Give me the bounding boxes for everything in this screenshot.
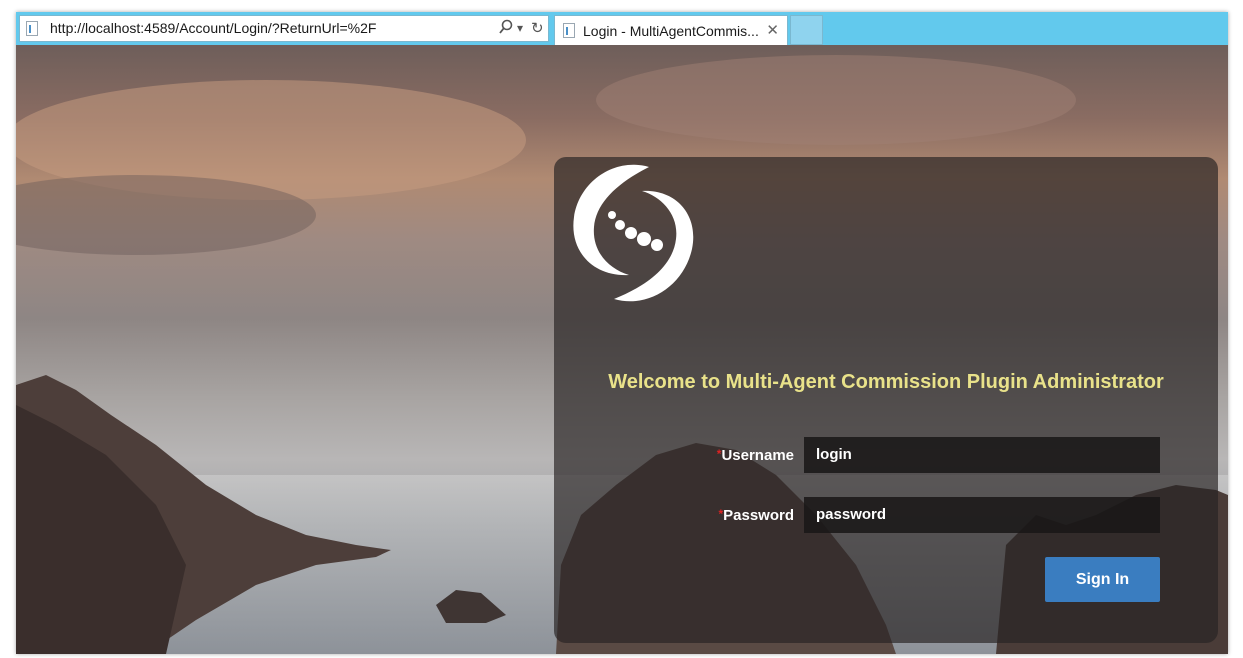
welcome-heading: Welcome to Multi-Agent Commission Plugin…: [608, 371, 1164, 393]
sign-in-button[interactable]: Sign In: [1045, 557, 1160, 602]
address-bar[interactable]: http://localhost:4589/Account/Login/?Ret…: [19, 15, 549, 42]
tab-login[interactable]: Login - MultiAgentCommis... ✕: [554, 15, 788, 45]
login-panel: Welcome to Multi-Agent Commission Plugin…: [554, 157, 1218, 643]
username-input[interactable]: login: [804, 437, 1160, 473]
page-icon: [26, 21, 38, 36]
tab-page-icon: [563, 23, 575, 38]
swirl-logo: [573, 164, 694, 302]
browser-toolbar: http://localhost:4589/Account/Login/?Ret…: [16, 12, 1228, 45]
password-input[interactable]: password: [804, 497, 1160, 533]
search-icon[interactable]: [499, 19, 513, 39]
dropdown-icon[interactable]: ▾: [517, 21, 523, 35]
password-label-text: Password: [723, 507, 794, 524]
username-label-text: Username: [721, 447, 794, 464]
username-label: *Username: [704, 447, 794, 464]
address-text[interactable]: http://localhost:4589/Account/Login/?Ret…: [50, 20, 376, 36]
new-tab-button[interactable]: [790, 15, 823, 45]
password-label: *Password: [704, 507, 794, 524]
refresh-icon[interactable]: ↻: [531, 19, 544, 37]
tab-title: Login - MultiAgentCommis...: [583, 23, 759, 39]
browser-window: http://localhost:4589/Account/Login/?Ret…: [16, 12, 1228, 654]
close-icon[interactable]: ✕: [766, 21, 779, 39]
page-viewport: Welcome to Multi-Agent Commission Plugin…: [16, 45, 1228, 654]
